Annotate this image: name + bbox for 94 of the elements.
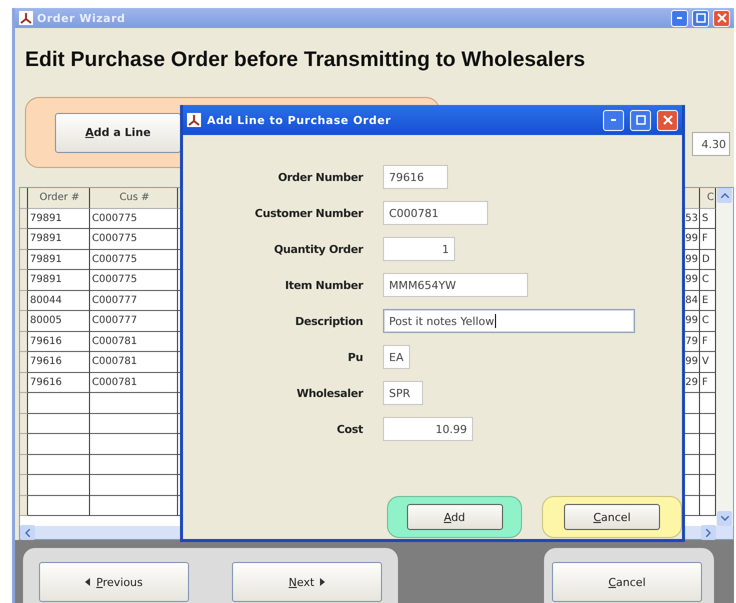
table-cell — [28, 434, 90, 454]
close-icon — [716, 13, 726, 23]
field-label: Customer Number — [254, 206, 363, 220]
text-cursor — [495, 314, 496, 328]
table-cell — [700, 496, 716, 516]
table-cell — [28, 475, 90, 496]
close-button[interactable] — [657, 110, 678, 130]
table-cell: 79891 — [28, 250, 90, 270]
table-cell: 79616 — [28, 372, 90, 393]
right-arrow-icon — [320, 578, 326, 586]
field-label: Wholesaler — [296, 386, 363, 400]
maximize-icon — [636, 115, 646, 125]
cancel-button[interactable]: Cancel — [552, 562, 702, 602]
table-cell: 79616 — [28, 332, 90, 352]
input-field[interactable]: EA — [383, 345, 410, 369]
table-cell — [28, 414, 90, 434]
table-cell: 79891 — [28, 229, 90, 250]
table-cell: 79891 — [28, 208, 90, 229]
table-cell: 80044 — [28, 290, 90, 311]
table-cell — [700, 414, 716, 434]
input-field[interactable]: 10.99 — [383, 417, 473, 441]
table-cell: D — [700, 250, 716, 270]
close-icon — [662, 115, 672, 125]
scroll-right-button[interactable] — [701, 525, 716, 540]
field-label: Cost — [336, 422, 363, 436]
vertical-scrollbar[interactable] — [716, 188, 733, 526]
minimize-button[interactable] — [603, 110, 624, 130]
table-cell: C — [700, 270, 716, 290]
input-field[interactable]: SPR — [383, 381, 423, 405]
column-header[interactable]: Order # — [28, 188, 90, 208]
table-cell: 80005 — [28, 311, 90, 332]
table-cell — [700, 434, 716, 454]
table-cell: S — [700, 208, 716, 229]
minimize-icon — [611, 119, 616, 121]
column-header[interactable]: Cus # — [90, 188, 178, 208]
field-label: Order Number — [276, 170, 363, 184]
maximize-icon — [696, 13, 706, 23]
window-title: Order Wizard — [37, 12, 126, 24]
total-field: 4.30 — [692, 132, 730, 156]
maximize-button[interactable] — [630, 110, 651, 130]
table-cell: C000781 — [90, 372, 178, 393]
previous-button[interactable]: Previous — [39, 562, 189, 602]
field-label: Item Number — [284, 278, 363, 292]
table-cell — [28, 393, 90, 414]
scroll-up-button[interactable] — [717, 188, 732, 203]
left-arrow-icon — [85, 578, 90, 586]
field-label: Description — [294, 314, 363, 328]
table-cell: C000777 — [90, 311, 178, 332]
scroll-down-button[interactable] — [717, 511, 732, 526]
input-field[interactable]: C000781 — [383, 201, 488, 225]
table-cell: F — [700, 229, 716, 250]
table-cell: 79616 — [28, 352, 90, 372]
table-cell — [700, 393, 716, 414]
chevron-right-icon — [706, 528, 711, 536]
add-button[interactable]: Add — [406, 504, 502, 530]
app-icon — [19, 11, 33, 25]
table-cell: C000777 — [90, 290, 178, 311]
dialog-title: Add Line to Purchase Order — [207, 114, 392, 126]
app-icon — [187, 113, 201, 127]
field-label: Quantity Order — [272, 242, 363, 256]
chevron-down-icon — [720, 516, 728, 521]
cancel-button[interactable]: Cancel — [564, 504, 660, 530]
table-cell — [28, 454, 90, 475]
table-cell — [28, 496, 90, 516]
close-button[interactable] — [713, 10, 730, 26]
field-label: Pu — [346, 350, 363, 364]
minimize-button[interactable] — [671, 10, 688, 26]
table-cell: E — [700, 290, 716, 311]
input-field[interactable]: 1 — [383, 237, 455, 261]
table-cell: C000775 — [90, 250, 178, 270]
table-cell: V — [700, 352, 716, 372]
table-cell: C000775 — [90, 208, 178, 229]
table-cell: C000781 — [90, 352, 178, 372]
column-header[interactable]: C — [700, 188, 716, 208]
chevron-left-icon — [25, 528, 30, 536]
table-cell: C000775 — [90, 229, 178, 250]
page-heading: Edit Purchase Order before Transmitting to Wholesalers — [24, 47, 586, 73]
table-cell: C000775 — [90, 270, 178, 290]
table-cell: C000781 — [90, 332, 178, 352]
input-field[interactable]: Post it notes Yellow — [383, 309, 635, 333]
next-button[interactable]: Next — [232, 562, 382, 602]
table-cell: 79891 — [28, 270, 90, 290]
add-line-button[interactable]: Add a Line — [55, 112, 181, 152]
table-cell — [700, 475, 716, 496]
maximize-button[interactable] — [692, 10, 709, 26]
minimize-icon — [677, 17, 682, 19]
table-cell: F — [700, 332, 716, 352]
chevron-up-icon — [720, 193, 728, 198]
table-cell: F — [700, 372, 716, 393]
table-cell — [700, 454, 716, 475]
input-field[interactable]: MMM654YW — [383, 273, 528, 297]
scroll-left-button[interactable] — [20, 525, 35, 540]
input-field[interactable]: 79616 — [383, 165, 448, 189]
table-cell: C — [700, 311, 716, 332]
